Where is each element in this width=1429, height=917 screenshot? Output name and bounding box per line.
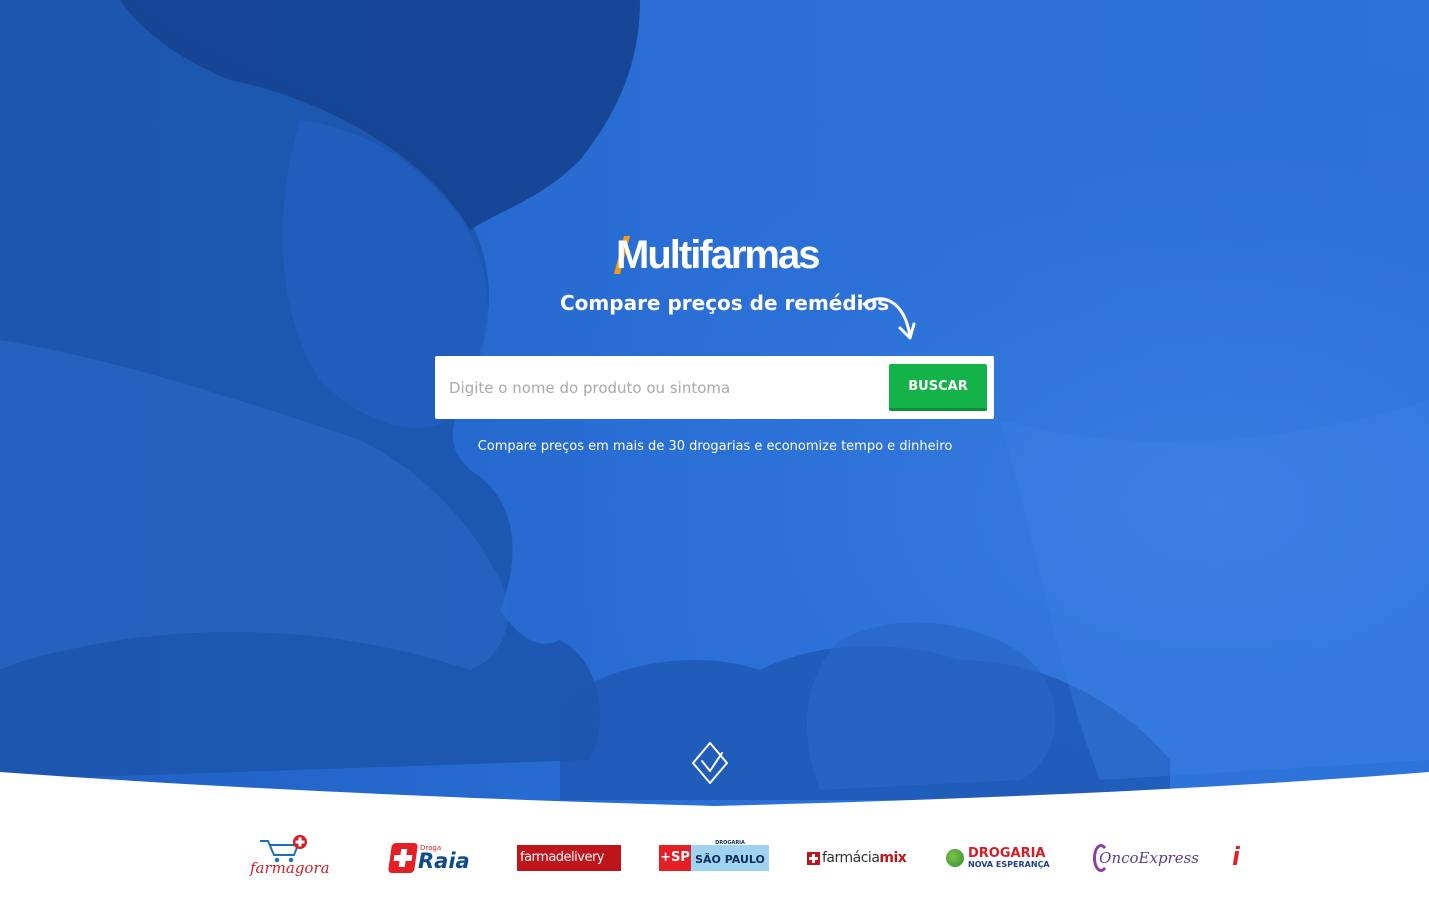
partner-drogaria-nova-esperanca[interactable]: DROGARIA NOVA ESPERANÇA	[946, 820, 1058, 896]
partner-name: DROGARIA	[968, 846, 1046, 861]
partner-farmagora[interactable]: farmagora	[250, 820, 330, 896]
curved-arrow-icon	[862, 297, 916, 340]
hero-section: Multifarmas Compare preços de remédios B…	[0, 0, 1429, 917]
partner-sub: NOVA ESPERANÇA	[968, 860, 1050, 869]
partner-name: farmagora	[250, 859, 330, 877]
hero-subtext: Compare preços em mais de 30 drogarias e…	[477, 439, 953, 454]
partner-name: OncoExpress	[1099, 849, 1199, 867]
partner-logos: farmagora Droga Raia farmadelivery .com.…	[0, 820, 1429, 896]
brand-logo[interactable]: Multifarmas	[612, 232, 822, 278]
partner-drogaria-sao-paulo[interactable]: +SP DROGARIA SÃO PAULO	[659, 820, 769, 896]
globe-icon	[946, 849, 964, 867]
partner-mark	[1232, 851, 1240, 865]
partner-prefix: farmácia	[822, 850, 880, 866]
partner-prefix: +SP	[659, 845, 691, 871]
red-cross-icon	[387, 843, 419, 873]
ring-icon	[1093, 844, 1110, 872]
partner-name: mix	[879, 850, 907, 866]
partner-oncoexpress[interactable]: OncoExpress	[1093, 820, 1199, 896]
search-button[interactable]: BUSCAR	[889, 364, 987, 411]
partner-name: farmadelivery	[520, 850, 605, 865]
red-cross-icon	[807, 851, 820, 865]
partner-droga-raia[interactable]: Droga Raia	[387, 820, 470, 896]
partner-super: DROGARIA	[715, 840, 745, 846]
partner-name: Raia	[418, 849, 470, 873]
partner-cut-off[interactable]	[1232, 820, 1244, 896]
partner-farmadelivery[interactable]: farmadelivery .com.br	[517, 820, 625, 896]
partner-suffix: .com.br	[593, 874, 614, 881]
chevron-down-diamond-icon[interactable]	[689, 741, 731, 785]
partner-farmacia-mix[interactable]: farmácia mix	[807, 820, 911, 896]
search-form: BUSCAR	[435, 356, 994, 419]
search-input[interactable]	[435, 356, 881, 419]
hero-tagline: Compare preços de remédios	[560, 291, 890, 315]
partner-name: SÃO PAULO	[695, 853, 765, 866]
brand-name: Multifarmas	[616, 233, 820, 277]
